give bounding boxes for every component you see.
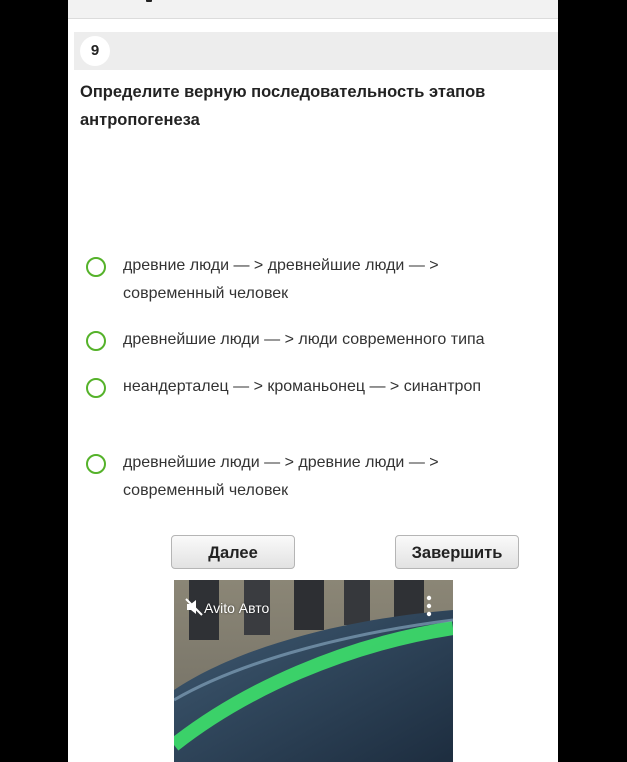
kebab-menu-icon[interactable] (424, 594, 434, 618)
answer-label: древние люди — > древнейшие люди — > сов… (123, 257, 439, 302)
answer-label: древнейшие люди — > люди современного ти… (123, 331, 485, 348)
screen: 9 Определите верную последовательность э… (0, 0, 627, 762)
answer-label: древнейшие люди — > древние люди — > сов… (123, 454, 439, 499)
radio-button[interactable] (86, 331, 106, 351)
ad-brand-label: Avito Авто (204, 600, 270, 616)
question-number-bar: 9 (74, 32, 558, 70)
question-number-badge: 9 (80, 36, 110, 66)
cropped-header-glyph (146, 0, 152, 2)
radio-button[interactable] (86, 257, 106, 277)
radio-button[interactable] (86, 378, 106, 398)
quiz-page: 9 Определите верную последовательность э… (68, 0, 558, 762)
finish-button[interactable]: Завершить (395, 535, 519, 569)
top-header-strip (68, 0, 558, 19)
next-button[interactable]: Далее (171, 535, 295, 569)
muted-speaker-icon[interactable] (184, 597, 204, 617)
video-ad[interactable]: Avito Авто (174, 580, 453, 762)
answer-label: неандерталец — > кроманьонец — > синантр… (123, 378, 482, 395)
radio-button[interactable] (86, 454, 106, 474)
question-text: Определите верную последовательность эта… (80, 83, 486, 129)
